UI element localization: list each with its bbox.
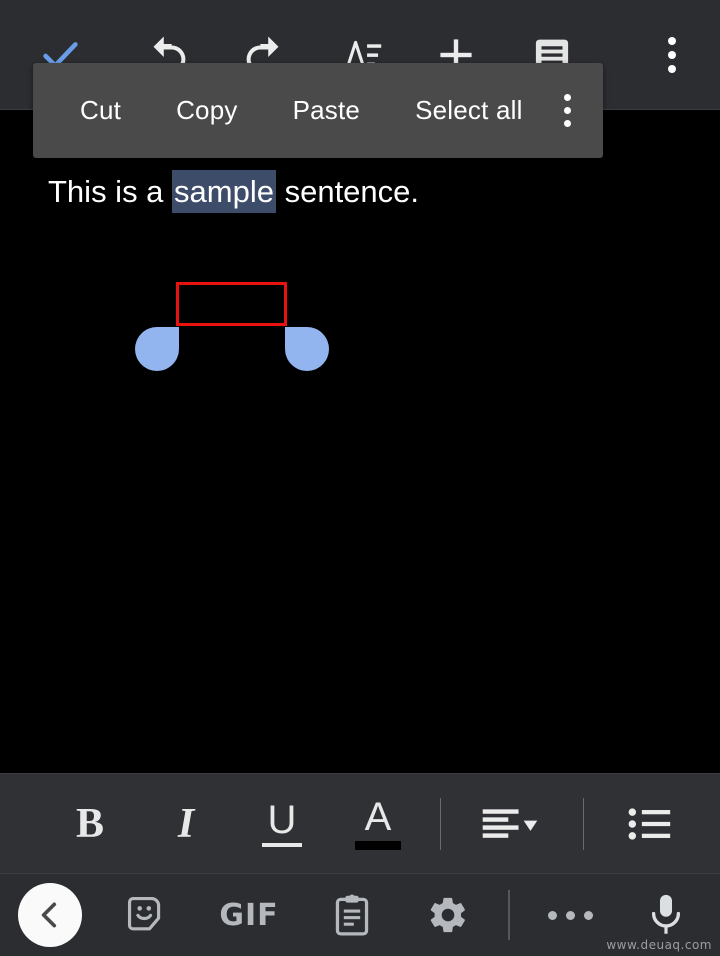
bold-icon: B	[75, 800, 104, 847]
align-button[interactable]	[455, 774, 565, 874]
sticker-icon	[125, 894, 167, 936]
text-color-swatch	[355, 841, 401, 850]
clipboard-icon	[332, 893, 372, 937]
chevron-left-icon	[18, 883, 82, 947]
document-text-after: sentence.	[275, 174, 420, 209]
underline-letter: U	[267, 798, 297, 842]
context-menu-item-select-all[interactable]: Select all	[399, 95, 539, 126]
underline-button[interactable]: U	[234, 774, 330, 874]
underline-bar	[262, 843, 302, 847]
align-left-icon	[481, 802, 539, 846]
app-root: Cut Copy Paste Select all This is a samp…	[0, 0, 720, 956]
text-color-button[interactable]: A	[330, 774, 426, 874]
context-menu-item-copy[interactable]: Copy	[160, 95, 254, 126]
italic-icon: I	[177, 800, 195, 847]
text-color-letter: A	[364, 795, 392, 839]
more-horizontal-icon	[547, 910, 593, 920]
format-toolbar: B I U A	[0, 773, 720, 873]
gear-icon	[427, 894, 469, 936]
selection-handle-left[interactable]	[135, 327, 179, 371]
context-menu-overflow-icon	[564, 94, 571, 127]
keyboard-divider	[508, 890, 510, 940]
annotation-highlight-box	[176, 282, 287, 326]
document-text-before: This is a	[48, 174, 173, 209]
bulleted-list-button[interactable]	[602, 774, 698, 874]
site-watermark: www.deuaq.com	[606, 938, 712, 952]
selection-handle-right[interactable]	[285, 327, 329, 371]
bold-button[interactable]: B	[42, 774, 138, 874]
overflow-menu-icon	[668, 36, 676, 73]
bulleted-list-icon	[627, 804, 673, 844]
context-menu-item-cut[interactable]: Cut	[64, 95, 137, 126]
toolbar-divider-2	[583, 797, 584, 850]
keyboard-back-button[interactable]	[2, 874, 98, 956]
gif-label: GIF	[219, 897, 279, 933]
document-text-line[interactable]: This is a sample sentence.	[48, 170, 420, 213]
sticker-button[interactable]	[98, 874, 194, 956]
overflow-menu-button[interactable]	[624, 0, 720, 110]
microphone-icon	[646, 892, 686, 938]
context-menu-overflow-button[interactable]	[564, 94, 571, 127]
text-context-menu: Cut Copy Paste Select all	[33, 63, 603, 158]
underline-icon: U	[262, 800, 302, 847]
document-canvas[interactable]: This is a sample sentence.	[0, 110, 720, 773]
text-color-icon: A	[355, 797, 401, 850]
clipboard-button[interactable]	[304, 874, 400, 956]
toolbar-divider-1	[440, 797, 441, 850]
keyboard-more-button[interactable]	[522, 874, 618, 956]
context-menu-item-paste[interactable]: Paste	[277, 95, 377, 126]
italic-button[interactable]: I	[138, 774, 234, 874]
selected-word[interactable]: sample	[172, 170, 276, 213]
settings-button[interactable]	[400, 874, 496, 956]
gif-button[interactable]: GIF	[194, 874, 304, 956]
